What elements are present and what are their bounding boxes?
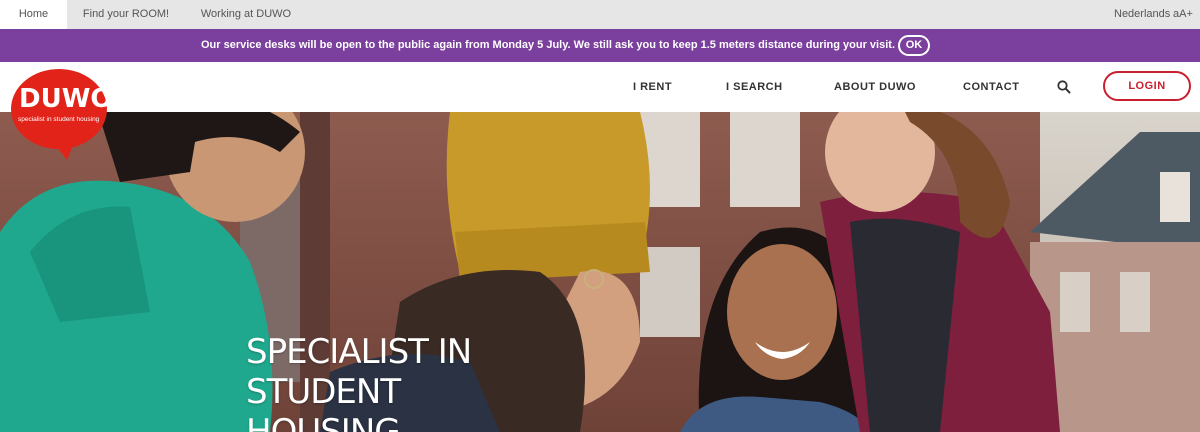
logo-speech-bubble: [11, 69, 107, 160]
hero-photo: [0, 112, 1200, 432]
hero-title: Specialist in student housing: [246, 332, 472, 432]
notice-ok-button[interactable]: OK: [898, 35, 930, 56]
search-icon[interactable]: [1056, 79, 1072, 95]
tab-find-your-room[interactable]: Find your ROOM!: [76, 0, 176, 29]
login-button[interactable]: LOGIN: [1103, 71, 1191, 101]
hero-banner: Specialist in student housing: [0, 112, 1200, 432]
nav-item-about-duwo[interactable]: ABOUT DUWO: [834, 62, 916, 112]
logo-wordmark: DUWO: [19, 84, 113, 114]
main-header: I RENT I SEARCH ABOUT DUWO CONTACT LOGIN: [0, 62, 1200, 112]
logo-tagline: specialist in student housing: [18, 116, 100, 123]
notice-banner: Our service desks will be open to the pu…: [0, 29, 1200, 62]
nav-item-i-search[interactable]: I SEARCH: [726, 62, 783, 112]
nav-item-i-rent[interactable]: I RENT: [633, 62, 672, 112]
text-size-toggle[interactable]: aA+: [1173, 0, 1193, 29]
top-utility-bar: Home Find your ROOM! Working at DUWO Ned…: [0, 0, 1200, 29]
nav-item-contact[interactable]: CONTACT: [963, 62, 1019, 112]
language-switch[interactable]: Nederlands: [1114, 0, 1170, 29]
tab-working-at-duwo[interactable]: Working at DUWO: [196, 0, 296, 29]
duwo-logo[interactable]: DUWO specialist in student housing: [9, 68, 113, 162]
tab-home[interactable]: Home: [0, 0, 67, 29]
notice-message: Our service desks will be open to the pu…: [200, 39, 895, 51]
